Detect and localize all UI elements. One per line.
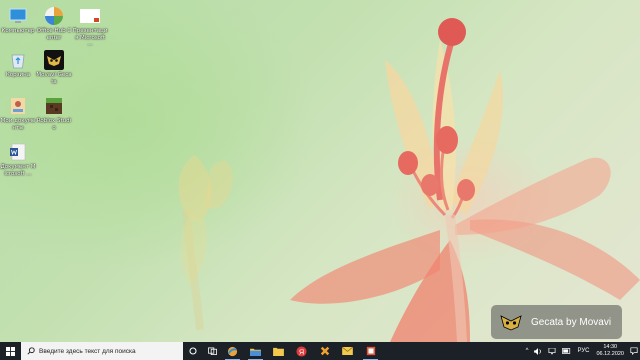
browser-icon	[227, 346, 238, 356]
clock-date: 06.12.2020	[596, 351, 624, 357]
desktop-icon-office-hub[interactable]: Office Hub Center	[36, 6, 72, 41]
language-indicator[interactable]: РУС	[577, 348, 589, 354]
desktop-icon-recycle-bin[interactable]: Корзина	[0, 50, 36, 79]
gecata-logo-icon	[500, 315, 522, 331]
desktop-icon-label: Корзина	[5, 72, 31, 78]
desktop-icon-computer[interactable]: Компьютер	[0, 6, 36, 35]
show-hidden-icons-chevron-icon[interactable]: ^	[526, 348, 529, 354]
system-tray: ^ РУС 14:30 06.12.2020	[523, 342, 640, 360]
task-view-icon	[207, 347, 217, 355]
gecata-icon	[44, 50, 64, 70]
recycle-bin-icon	[11, 54, 25, 69]
app-x-button[interactable]	[313, 342, 336, 360]
orange-x-icon	[320, 346, 329, 356]
file-manager-icon	[273, 347, 284, 356]
notification-icon	[630, 347, 638, 355]
start-button[interactable]	[0, 342, 21, 360]
notifications-button[interactable]	[628, 342, 640, 360]
desktop: Компьютер Office Hub Center Презентация …	[0, 0, 640, 342]
roblox-icon	[46, 98, 62, 114]
clock-time: 14:30	[603, 344, 618, 350]
network-icon[interactable]	[548, 347, 556, 355]
svg-text:Я: Я	[299, 347, 304, 356]
folder-icon	[250, 348, 261, 356]
clock[interactable]: 14:30 06.12.2020	[596, 344, 624, 358]
mail-button[interactable]	[336, 342, 359, 360]
desktop-icon-word-document[interactable]: Документ Microsoft ...	[0, 142, 36, 177]
word-document-icon	[10, 143, 26, 161]
computer-icon	[9, 8, 27, 23]
desktop-icon-presentation[interactable]: Презентация Microsoft ...	[72, 6, 108, 48]
desktop-icon-label: Office Hub Center	[36, 28, 72, 41]
wallpaper-flower	[178, 18, 640, 342]
my-documents-icon	[11, 98, 25, 114]
volume-icon[interactable]	[534, 347, 542, 355]
browser-button[interactable]	[221, 342, 244, 360]
desktop-icon-gecata[interactable]: Movavi Gecata	[36, 50, 72, 85]
desktop-icon-label: Компьютер	[1, 28, 35, 34]
desktop-icon-my-documents[interactable]: Мои документы	[0, 96, 36, 131]
explorer-button[interactable]	[267, 342, 290, 360]
yandex-button[interactable]: Я	[290, 342, 313, 360]
desktop-icon-roblox[interactable]: Roblox Studio	[36, 96, 72, 131]
office-hub-icon	[45, 7, 63, 25]
battery-icon[interactable]	[562, 348, 571, 354]
search-placeholder: Введите здесь текст для поиска	[39, 347, 136, 355]
file-explorer-button[interactable]	[244, 342, 267, 360]
desktop-icon-label: Мои документы	[0, 118, 36, 131]
desktop-icon-label: Документ Microsoft ...	[0, 164, 36, 177]
gecata-watermark: Gecata by Movavi	[491, 305, 622, 339]
search-icon	[27, 347, 35, 355]
search-box[interactable]: Введите здесь текст для поиска	[21, 342, 183, 360]
task-view-button[interactable]	[203, 342, 221, 360]
yandex-icon: Я	[296, 345, 307, 357]
presentation-file-icon	[80, 9, 100, 23]
mail-icon	[342, 347, 353, 355]
circle-icon	[189, 347, 197, 355]
watermark-text: Gecata by Movavi	[531, 316, 612, 328]
desktop-icon-label: Презентация Microsoft ...	[72, 28, 108, 47]
office-icon	[366, 346, 375, 356]
taskbar: Введите здесь текст для поиска Я ^ РУС 1…	[0, 342, 640, 360]
desktop-icon-label: Movavi Gecata	[36, 72, 72, 85]
windows-logo-icon	[6, 346, 15, 356]
cortana-button[interactable]	[183, 342, 203, 360]
desktop-icon-label: Roblox Studio	[36, 118, 72, 131]
office-button[interactable]	[359, 342, 382, 360]
